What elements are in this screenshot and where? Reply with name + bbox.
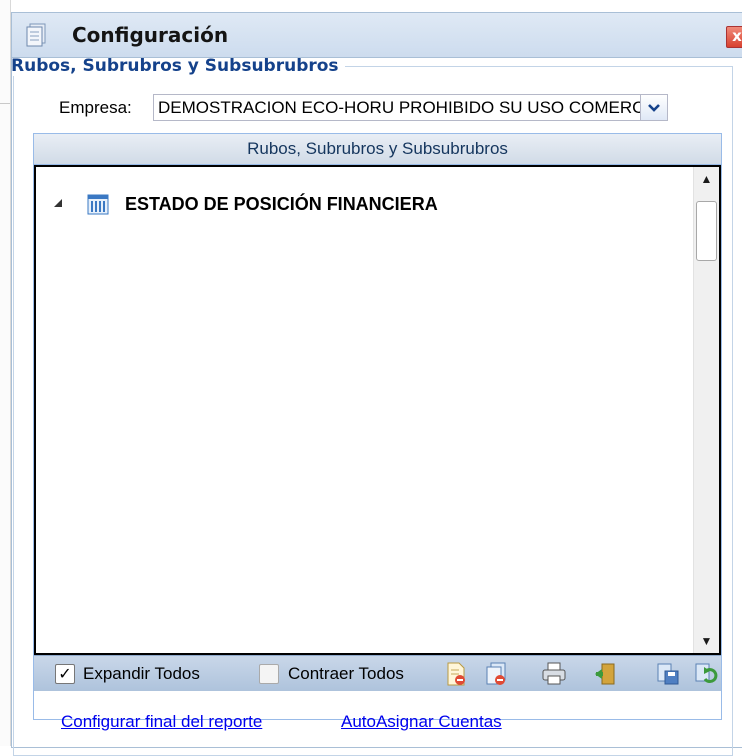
collapse-all-checkbox[interactable] [259,664,279,684]
scroll-down-arrow-icon[interactable]: ▼ [694,629,719,653]
tree-toolbar: ✓ Expandir Todos Contraer Todos [34,655,721,719]
delete-document-icon[interactable] [444,662,468,686]
vertical-scrollbar[interactable]: ▲ ▼ [693,167,719,653]
page-divider [0,103,10,104]
print-icon[interactable] [541,662,566,686]
close-icon[interactable]: x [726,26,742,48]
refresh-icon[interactable] [694,662,718,686]
tree-view[interactable]: ESTADO DE POSICIÓN FINANCIERA ▲ ▼ [34,165,721,655]
tree-panel: Rubos, Subrubros y Subsubrubros ESTADO D… [33,133,722,720]
bottom-links: Configurar final del reporte AutoAsignar… [0,712,742,736]
configure-report-end-link[interactable]: Configurar final del reporte [61,712,262,732]
toolbar-strip: ✓ Expandir Todos Contraer Todos [34,655,721,691]
tree-node-label[interactable]: ESTADO DE POSICIÓN FINANCIERA [125,194,438,215]
window-title: Configuración [72,23,229,47]
collapse-all-label[interactable]: Contraer Todos [288,664,404,684]
chevron-down-icon[interactable] [640,95,667,120]
window-titlebar[interactable]: Configuración x [12,13,742,58]
scrollbar-thumb[interactable] [696,201,717,261]
document-stack-icon [25,23,47,49]
expand-all-label[interactable]: Expandir Todos [83,664,200,684]
fieldset-legend: Rubos, Subrubros y Subsubrubros [11,56,339,76]
empresa-select[interactable]: DEMOSTRACION ECO-HORU PROHIBIDO SU USO C… [153,94,668,121]
scroll-up-arrow-icon[interactable]: ▲ [694,167,719,191]
save-copy-icon[interactable] [656,662,680,686]
tree-panel-header: Rubos, Subrubros y Subsubrubros [34,134,721,165]
expanded-triangle-icon[interactable] [54,197,64,211]
empresa-value: DEMOSTRACION ECO-HORU PROHIBIDO SU USO C… [158,98,668,117]
page-edge [0,0,11,746]
empresa-label: Empresa: [59,98,132,117]
bank-building-icon [87,193,109,215]
delete-copy-icon[interactable] [484,662,508,686]
expand-all-checkbox[interactable]: ✓ [55,664,75,684]
exit-door-icon[interactable] [593,662,617,686]
auto-assign-accounts-link[interactable]: AutoAsignar Cuentas [341,712,502,732]
